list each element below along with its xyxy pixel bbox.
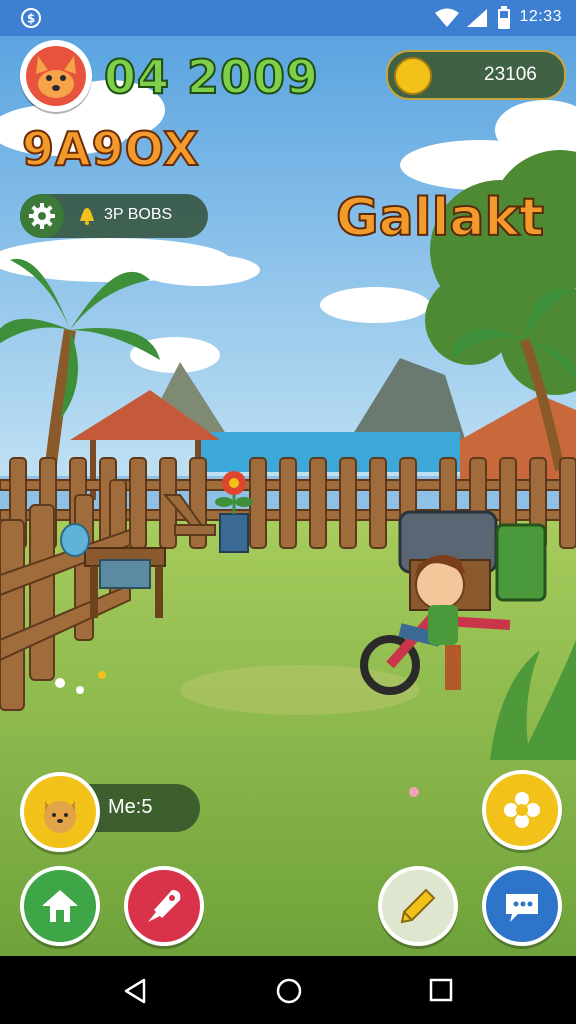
level-chip[interactable]: 3P BOBS — [20, 194, 208, 238]
coin-status-icon: $ — [21, 8, 41, 28]
pet-button[interactable] — [20, 772, 100, 852]
settings-button[interactable] — [20, 194, 64, 238]
cat-icon — [44, 801, 76, 833]
gear-icon — [29, 203, 55, 229]
home-button[interactable] — [20, 866, 100, 946]
edit-button[interactable] — [378, 866, 458, 946]
clock: 12:33 — [519, 8, 562, 25]
pencil-icon — [400, 888, 436, 924]
rocket-icon — [148, 890, 181, 922]
player-avatar[interactable] — [20, 40, 92, 112]
coin-icon — [394, 57, 432, 95]
status-bar: $ 12:33 — [0, 0, 576, 36]
home-icon — [42, 890, 78, 922]
pet-level-label: Me:5 — [108, 796, 153, 818]
level-chip-label: 3P BOBS — [104, 206, 173, 223]
back-icon[interactable] — [122, 978, 148, 1004]
signal-icon — [467, 9, 487, 27]
rocket-button[interactable] — [124, 866, 204, 946]
battery-icon — [498, 6, 510, 29]
coin-counter[interactable]: 23106 — [386, 50, 566, 100]
flower-icon — [504, 792, 540, 828]
navigation-bar — [0, 956, 576, 1024]
fox-avatar-icon — [26, 46, 86, 106]
svg-text:$: $ — [27, 12, 35, 26]
blue-critter — [60, 523, 90, 557]
recents-icon[interactable] — [429, 978, 453, 1002]
wifi-icon — [435, 8, 459, 27]
coin-amount: 23106 — [484, 64, 537, 85]
bell-icon — [80, 208, 94, 225]
score-counter: 04 2009 — [103, 49, 320, 105]
home-nav-icon[interactable] — [275, 977, 303, 1005]
player-name: 9A9OX — [21, 121, 200, 177]
sea — [200, 432, 460, 472]
chat-button[interactable] — [482, 866, 562, 946]
flower-button[interactable] — [482, 770, 562, 850]
chat-icon — [506, 894, 538, 922]
location-title: Gallakt — [335, 187, 545, 249]
